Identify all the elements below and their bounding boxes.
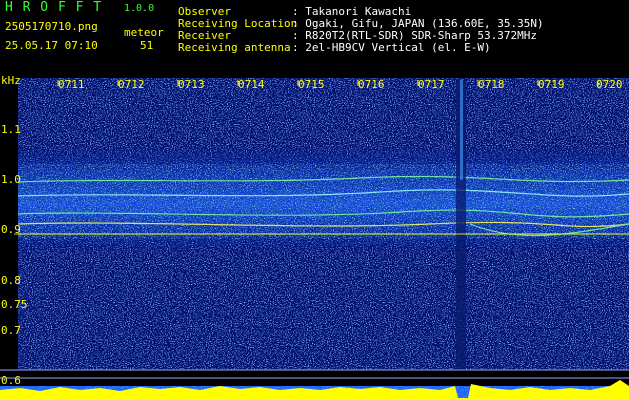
- app-version: 1.0.0: [124, 3, 155, 14]
- freq-label: 0.6: [1, 374, 21, 387]
- tick-label: 0714: [238, 78, 265, 91]
- tick-label: 0713: [178, 78, 205, 91]
- antenna-label: Receiving antenna: [178, 41, 291, 54]
- tick-label: 0715: [298, 78, 325, 91]
- freq-label: 0.7: [1, 324, 21, 337]
- spectrogram: 0711 0712 0713 0714 0715 0716 0717 0718 …: [0, 74, 629, 400]
- antenna-value: : 2el-HB9CV Vertical (el. E-W): [292, 41, 491, 54]
- meteor-trail: [460, 80, 463, 180]
- amplitude-trace: [0, 380, 629, 400]
- freq-label: 1.0: [1, 173, 21, 186]
- freq-label: 0.8: [1, 274, 21, 287]
- signal-band-speckle: [18, 164, 629, 239]
- axis-unit-label: kHz: [1, 74, 21, 87]
- tick-label: 0712: [118, 78, 145, 91]
- tick-label: 0719: [538, 78, 565, 91]
- app-title: H R O F F T: [5, 0, 103, 15]
- freq-label: 0.75: [1, 298, 28, 311]
- filename: 2505170710.png: [5, 20, 98, 33]
- header-panel: H R O F F T 1.0.0 2505170710.png meteor …: [0, 0, 629, 74]
- tick-label: 0711: [58, 78, 85, 91]
- freq-label: 1.1: [1, 123, 21, 136]
- tick-label: 0716: [358, 78, 385, 91]
- datetime: 25.05.17 07:10: [5, 39, 98, 52]
- meteor-label: meteor: [124, 26, 164, 39]
- meteor-count: 51: [140, 39, 154, 52]
- tick-label: 0718: [478, 78, 505, 91]
- tick-label: 0717: [418, 78, 445, 91]
- tick-label: 0720: [596, 78, 623, 91]
